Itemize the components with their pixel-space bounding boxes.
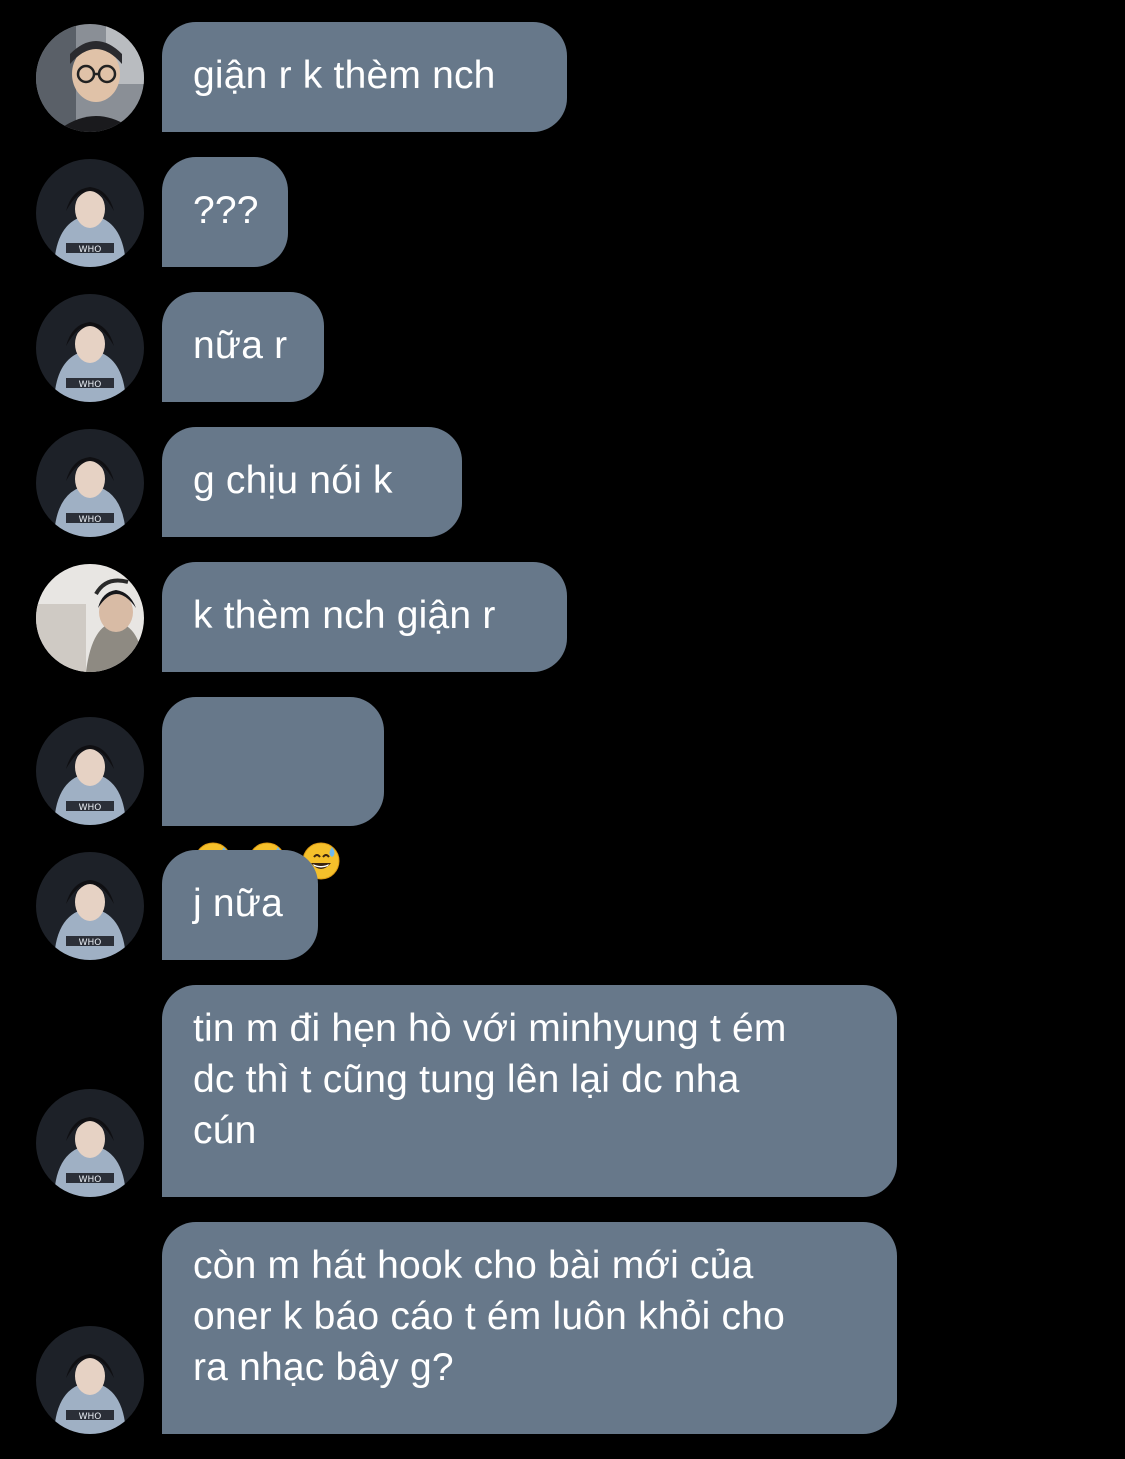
- svg-text:WHO: WHO: [79, 380, 102, 390]
- message-row: WHO ???: [0, 157, 1125, 267]
- message-bubble[interactable]: tin m đi hẹn hò với minhyung t ém dc thì…: [162, 985, 897, 1197]
- user-photo-icon: WHO: [36, 429, 144, 537]
- message-bubble[interactable]: g chịu nói k: [162, 427, 462, 537]
- user-photo-icon: WHO: [36, 717, 144, 825]
- avatar[interactable]: WHO: [36, 1089, 144, 1197]
- message-bubble[interactable]: k thèm nch giận r: [162, 562, 567, 672]
- avatar[interactable]: [36, 24, 144, 132]
- message-bubble[interactable]: j nữa: [162, 850, 318, 960]
- message-row: WHO còn m hát hook cho bài mới của oner …: [0, 1222, 1125, 1434]
- message-row: giận r k thèm nch: [0, 22, 1125, 132]
- message-row: WHO tin m đi hẹn hò với minhyung t ém dc…: [0, 985, 1125, 1197]
- message-bubble[interactable]: [162, 697, 384, 880]
- svg-text:WHO: WHO: [79, 515, 102, 525]
- avatar[interactable]: WHO: [36, 852, 144, 960]
- avatar[interactable]: WHO: [36, 159, 144, 267]
- svg-text:WHO: WHO: [79, 245, 102, 255]
- user-photo-icon: [36, 24, 144, 132]
- message-row: WHO: [0, 697, 1125, 880]
- user-photo-icon: WHO: [36, 852, 144, 960]
- user-photo-icon: WHO: [36, 1089, 144, 1197]
- svg-text:WHO: WHO: [79, 803, 102, 813]
- message-bubble[interactable]: ???: [162, 157, 288, 267]
- svg-text:WHO: WHO: [79, 1412, 102, 1422]
- message-thread: giận r k thèm nch WHO ??? WHO nữa r WHO …: [0, 0, 1125, 1459]
- avatar[interactable]: [36, 564, 144, 672]
- svg-text:WHO: WHO: [79, 1175, 102, 1185]
- user-photo-icon: WHO: [36, 159, 144, 267]
- message-bubble[interactable]: nữa r: [162, 292, 324, 402]
- user-photo-icon: WHO: [36, 1326, 144, 1434]
- avatar[interactable]: WHO: [36, 294, 144, 402]
- message-row: WHO g chịu nói k: [0, 427, 1125, 537]
- message-bubble[interactable]: còn m hát hook cho bài mới của oner k bá…: [162, 1222, 897, 1434]
- avatar[interactable]: WHO: [36, 1326, 144, 1434]
- message-row: WHO nữa r: [0, 292, 1125, 402]
- avatar[interactable]: WHO: [36, 717, 144, 825]
- user-photo-icon: [36, 564, 144, 672]
- message-row: k thèm nch giận r: [0, 562, 1125, 672]
- avatar[interactable]: WHO: [36, 429, 144, 537]
- message-bubble[interactable]: giận r k thèm nch: [162, 22, 567, 132]
- user-photo-icon: WHO: [36, 294, 144, 402]
- message-row: WHO j nữa: [0, 850, 1125, 960]
- svg-text:WHO: WHO: [79, 938, 102, 948]
